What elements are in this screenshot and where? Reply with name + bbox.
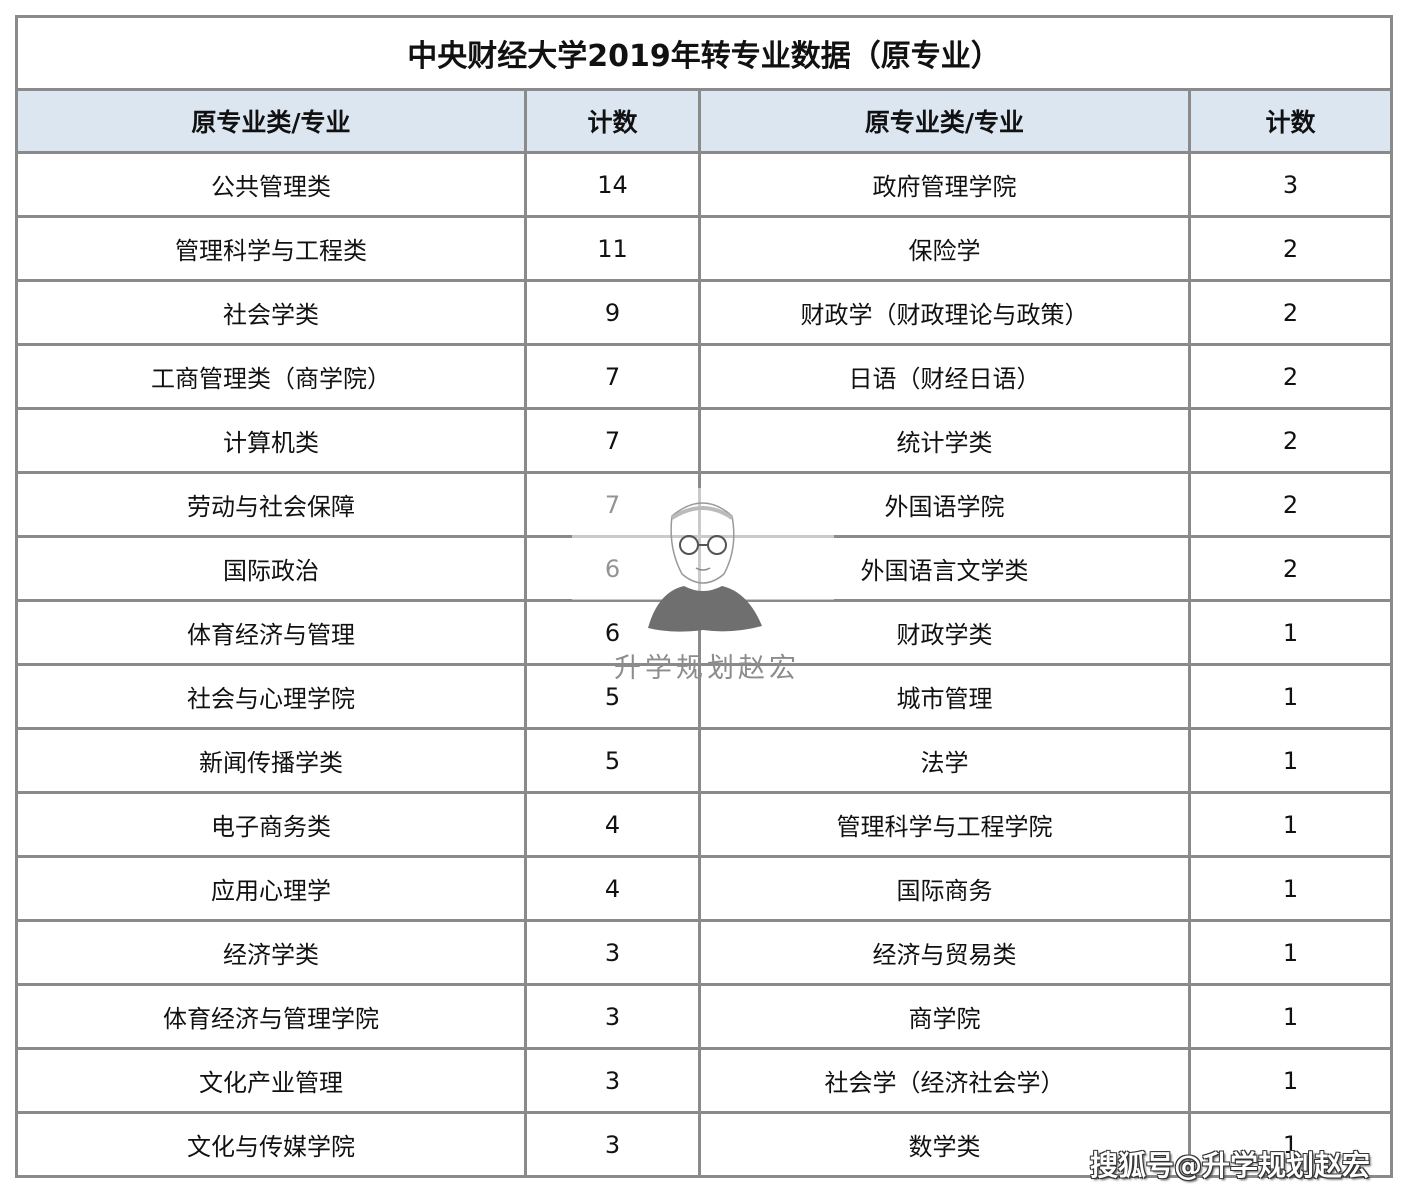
right-major-cell: 社会学（经济社会学） [698, 1047, 1191, 1114]
left-count-cell: 14 [524, 151, 701, 218]
left-major-cell: 体育经济与管理 [15, 599, 527, 666]
right-count-cell: 1 [1188, 599, 1393, 666]
transfer-data-table: 中央财经大学2019年转专业数据（原专业） 原专业类/专业 计数 原专业类/专业… [15, 15, 1393, 1178]
right-major-cell: 政府管理学院 [698, 151, 1191, 218]
header-left-major: 原专业类/专业 [15, 88, 527, 154]
left-count-cell: 5 [524, 727, 701, 794]
right-major-cell: 外国语言文学类 [698, 535, 1191, 602]
table-row: 新闻传播学类 5 法学 1 [15, 727, 1393, 794]
left-major-cell: 社会学类 [15, 279, 527, 346]
left-count-cell: 6 [524, 599, 701, 666]
table-row: 社会学类 9 财政学（财政理论与政策） 2 [15, 279, 1393, 346]
left-major-cell: 文化与传媒学院 [15, 1111, 527, 1178]
left-major-cell: 国际政治 [15, 535, 527, 602]
right-count-cell: 1 [1188, 663, 1393, 730]
right-major-cell: 日语（财经日语） [698, 343, 1191, 410]
left-major-cell: 文化产业管理 [15, 1047, 527, 1114]
right-major-cell: 商学院 [698, 983, 1191, 1050]
left-count-cell: 3 [524, 1047, 701, 1114]
table-row: 社会与心理学院 5 城市管理 1 [15, 663, 1393, 730]
left-count-cell: 3 [524, 1111, 701, 1178]
right-major-cell: 经济与贸易类 [698, 919, 1191, 986]
right-count-cell: 3 [1188, 151, 1393, 218]
right-count-cell: 2 [1188, 343, 1393, 410]
right-count-cell: 1 [1188, 791, 1393, 858]
left-count-cell: 3 [524, 919, 701, 986]
header-right-count: 计数 [1188, 88, 1393, 154]
left-count-cell: 5 [524, 663, 701, 730]
table-row: 公共管理类 14 政府管理学院 3 [15, 151, 1393, 218]
right-major-cell: 统计学类 [698, 407, 1191, 474]
right-count-cell: 1 [1188, 727, 1393, 794]
table-title: 中央财经大学2019年转专业数据（原专业） [15, 15, 1393, 91]
header-left-count: 计数 [524, 88, 701, 154]
right-count-cell: 2 [1188, 407, 1393, 474]
right-major-cell: 财政学类 [698, 599, 1191, 666]
table-row: 工商管理类（商学院） 7 日语（财经日语） 2 [15, 343, 1393, 410]
right-major-cell: 保险学 [698, 215, 1191, 282]
right-count-cell: 2 [1188, 279, 1393, 346]
right-major-cell: 城市管理 [698, 663, 1191, 730]
left-count-cell: 7 [524, 343, 701, 410]
left-count-cell: 6 [524, 535, 701, 602]
left-major-cell: 公共管理类 [15, 151, 527, 218]
right-major-cell: 国际商务 [698, 855, 1191, 922]
left-major-cell: 应用心理学 [15, 855, 527, 922]
left-count-cell: 7 [524, 471, 701, 538]
left-major-cell: 经济学类 [15, 919, 527, 986]
table-row: 电子商务类 4 管理科学与工程学院 1 [15, 791, 1393, 858]
left-major-cell: 劳动与社会保障 [15, 471, 527, 538]
table-row: 应用心理学 4 国际商务 1 [15, 855, 1393, 922]
table-row: 劳动与社会保障 7 外国语学院 2 [15, 471, 1393, 538]
title-row: 中央财经大学2019年转专业数据（原专业） [15, 15, 1393, 91]
left-major-cell: 管理科学与工程类 [15, 215, 527, 282]
table-row: 体育经济与管理 6 财政学类 1 [15, 599, 1393, 666]
footer-watermark: 搜狐号@升学规划赵宏 [1089, 1149, 1370, 1182]
header-row: 原专业类/专业 计数 原专业类/专业 计数 [15, 88, 1393, 154]
right-count-cell: 2 [1188, 471, 1393, 538]
table-row: 国际政治 6 外国语言文学类 2 [15, 535, 1393, 602]
left-count-cell: 4 [524, 791, 701, 858]
left-major-cell: 体育经济与管理学院 [15, 983, 527, 1050]
right-count-cell: 1 [1188, 983, 1393, 1050]
right-count-cell: 1 [1188, 855, 1393, 922]
table-row: 经济学类 3 经济与贸易类 1 [15, 919, 1393, 986]
right-count-cell: 2 [1188, 215, 1393, 282]
left-count-cell: 4 [524, 855, 701, 922]
table-row: 计算机类 7 统计学类 2 [15, 407, 1393, 474]
table-row: 体育经济与管理学院 3 商学院 1 [15, 983, 1393, 1050]
left-major-cell: 电子商务类 [15, 791, 527, 858]
left-count-cell: 7 [524, 407, 701, 474]
table-row: 文化产业管理 3 社会学（经济社会学） 1 [15, 1047, 1393, 1114]
left-count-cell: 9 [524, 279, 701, 346]
right-count-cell: 1 [1188, 1047, 1393, 1114]
left-major-cell: 社会与心理学院 [15, 663, 527, 730]
left-count-cell: 3 [524, 983, 701, 1050]
header-right-major: 原专业类/专业 [698, 88, 1191, 154]
right-major-cell: 财政学（财政理论与政策） [698, 279, 1191, 346]
left-major-cell: 新闻传播学类 [15, 727, 527, 794]
right-count-cell: 2 [1188, 535, 1393, 602]
table-row: 管理科学与工程类 11 保险学 2 [15, 215, 1393, 282]
right-major-cell: 法学 [698, 727, 1191, 794]
left-count-cell: 11 [524, 215, 701, 282]
right-major-cell: 管理科学与工程学院 [698, 791, 1191, 858]
left-major-cell: 计算机类 [15, 407, 527, 474]
right-major-cell: 外国语学院 [698, 471, 1191, 538]
left-major-cell: 工商管理类（商学院） [15, 343, 527, 410]
right-count-cell: 1 [1188, 919, 1393, 986]
